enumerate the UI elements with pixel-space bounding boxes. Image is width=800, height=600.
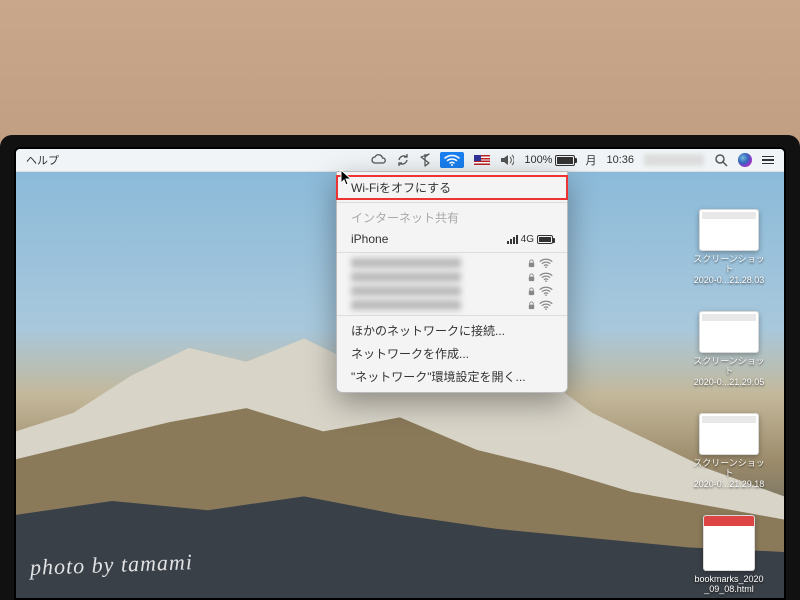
wifi-signal-icon — [539, 300, 553, 310]
wifi-network-item[interactable] — [337, 270, 567, 284]
mouse-cursor-icon — [340, 169, 354, 187]
wifi-signal-icon — [539, 272, 553, 282]
volume-icon[interactable] — [500, 154, 514, 166]
input-source-flag[interactable] — [474, 155, 490, 165]
lock-icon — [527, 273, 536, 282]
redacted-menu-item — [644, 154, 704, 166]
desktop-file-screenshot[interactable]: スクリーンショット2020-0...21.28.03 — [690, 209, 768, 285]
bluetooth-icon[interactable] — [420, 153, 430, 167]
hotspot-battery-icon — [537, 235, 553, 244]
screenshot-thumbnail-icon — [699, 311, 759, 353]
sync-icon[interactable] — [396, 153, 410, 167]
wifi-icon[interactable] — [440, 152, 464, 168]
spotlight-icon[interactable] — [714, 153, 728, 167]
laptop-frame: ヘルプ 100% 月 10:36 — [0, 135, 800, 600]
wifi-turn-off-item[interactable]: Wi-Fiをオフにする — [337, 176, 567, 199]
redacted-ssid — [351, 272, 461, 282]
lock-icon — [527, 287, 536, 296]
wifi-menu-dropdown: Wi-Fiをオフにする インターネット共有 iPhone 4G — [336, 171, 568, 393]
desktop-file-screenshot[interactable]: スクリーンショット2020-0...21.29.18 — [690, 413, 768, 489]
wifi-network-item[interactable] — [337, 284, 567, 298]
signal-bars-icon — [507, 235, 518, 244]
html-file-icon — [703, 515, 755, 571]
lock-icon — [527, 259, 536, 268]
wifi-network-item[interactable] — [337, 298, 567, 312]
wifi-create-network-item[interactable]: ネットワークを作成... — [337, 342, 567, 365]
creative-cloud-icon[interactable] — [370, 154, 386, 166]
screen-bezel: ヘルプ 100% 月 10:36 — [14, 147, 786, 600]
screenshot-thumbnail-icon — [699, 209, 759, 251]
menu-separator — [337, 315, 567, 316]
battery-icon — [555, 155, 575, 166]
redacted-ssid — [351, 286, 461, 296]
menu-separator — [337, 202, 567, 203]
wifi-signal-icon — [539, 258, 553, 268]
wifi-network-item[interactable] — [337, 256, 567, 270]
desktop-wallpaper[interactable]: ヘルプ 100% 月 10:36 — [16, 149, 784, 598]
desktop-file-html[interactable]: bookmarks_2020_09_08.html — [690, 515, 768, 595]
redacted-ssid — [351, 258, 461, 268]
clock-time[interactable]: 10:36 — [606, 154, 634, 166]
wifi-join-other-item[interactable]: ほかのネットワークに接続... — [337, 319, 567, 342]
menu-separator — [337, 252, 567, 253]
redacted-ssid — [351, 300, 461, 310]
menu-bar: ヘルプ 100% 月 10:36 — [16, 149, 784, 172]
battery-percent-label: 100% — [524, 154, 552, 166]
clock-day[interactable]: 月 — [585, 152, 596, 168]
notification-center-icon[interactable] — [762, 156, 774, 165]
hotspot-signal-label: 4G — [521, 234, 534, 245]
siri-icon[interactable] — [738, 153, 752, 167]
wifi-internet-sharing-header: インターネット共有 — [337, 206, 567, 229]
desktop-icons-column: スクリーンショット2020-0...21.28.03 スクリーンショット2020… — [690, 209, 768, 598]
lock-icon — [527, 301, 536, 310]
screenshot-thumbnail-icon — [699, 413, 759, 455]
wifi-signal-icon — [539, 286, 553, 296]
wifi-hotspot-iphone[interactable]: iPhone 4G — [337, 229, 567, 249]
menu-help[interactable]: ヘルプ — [16, 152, 59, 168]
wifi-open-prefs-item[interactable]: "ネットワーク"環境設定を開く... — [337, 365, 567, 388]
battery-status[interactable]: 100% — [524, 154, 575, 166]
desktop-file-screenshot[interactable]: スクリーンショット2020-0...21.29.05 — [690, 311, 768, 387]
hotspot-name: iPhone — [351, 232, 388, 246]
